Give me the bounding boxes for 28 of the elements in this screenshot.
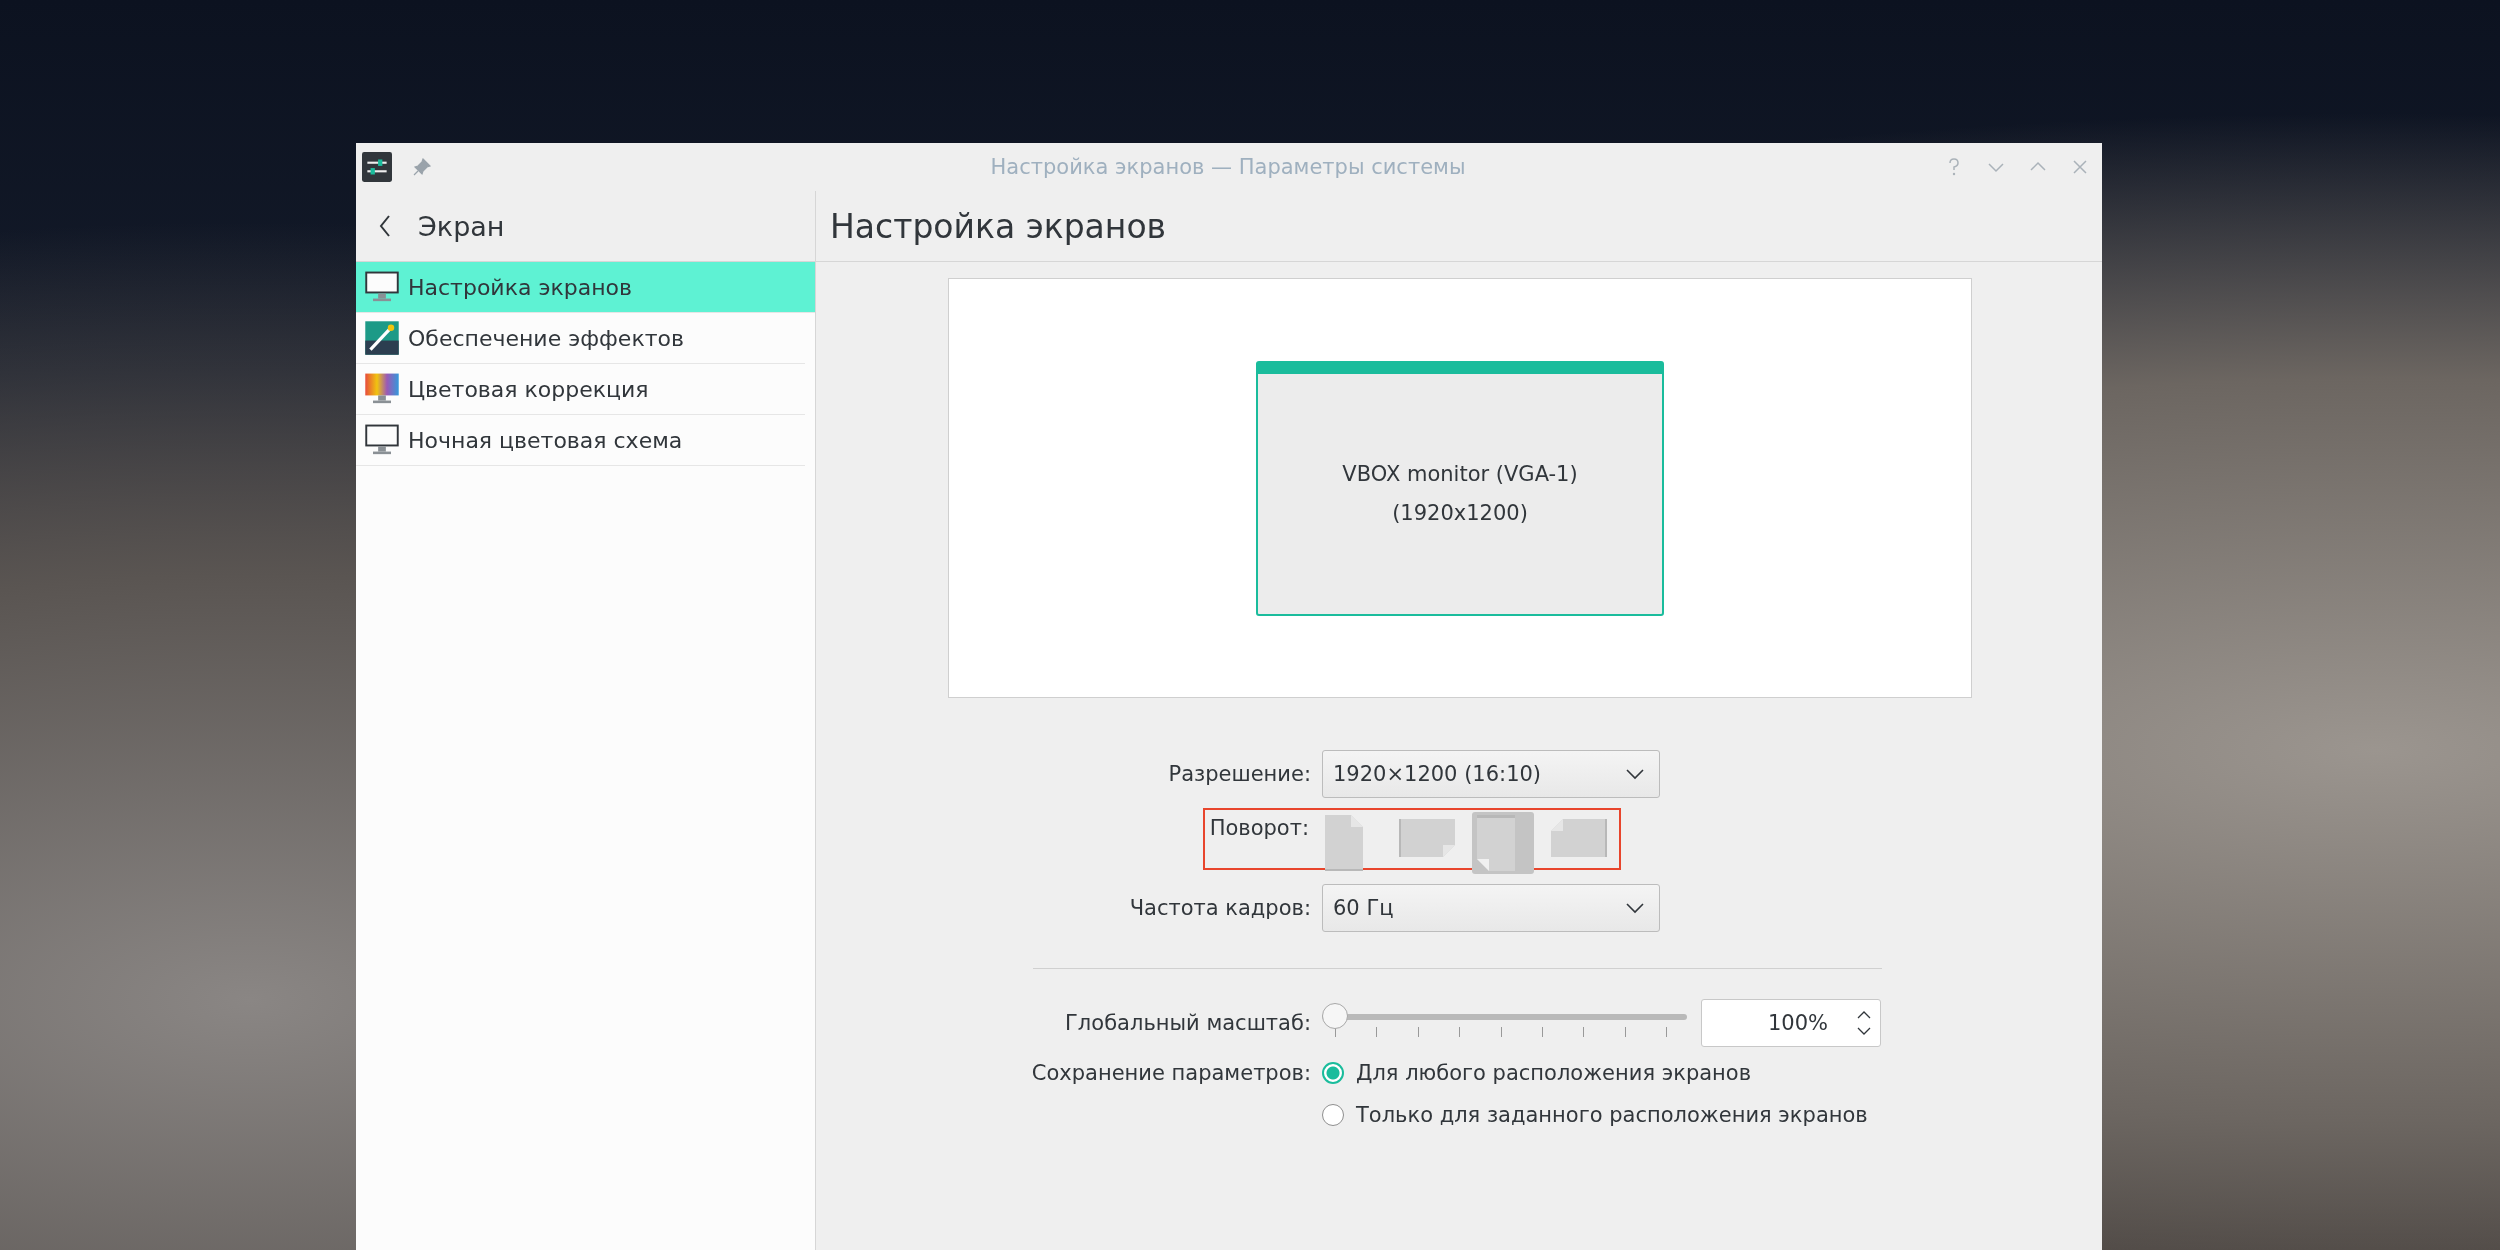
sliders-icon[interactable] <box>362 152 392 182</box>
monitor-tile[interactable]: VBOX monitor (VGA-1) (1920x1200) <box>1256 360 1664 616</box>
sidebar-item[interactable]: Цветовая коррекция <box>356 364 805 415</box>
pin-icon[interactable] <box>412 157 432 177</box>
sidebar-item[interactable]: Ночная цветовая схема <box>356 415 805 466</box>
radio-button[interactable] <box>1322 1104 1344 1126</box>
radio-label[interactable]: Для любого расположения экранов <box>1356 1061 1752 1085</box>
wand-icon <box>364 320 400 356</box>
field-label: Глобальный масштаб: <box>1065 1011 1311 1035</box>
sidebar-item[interactable]: Настройка экранов <box>356 262 815 313</box>
field-label: Разрешение: <box>1168 762 1311 786</box>
spin-arrows-icon[interactable] <box>1856 1009 1872 1037</box>
rotation-button[interactable] <box>1472 812 1534 874</box>
field-label: Частота кадров: <box>1129 896 1311 920</box>
category-title: Экран <box>418 210 505 242</box>
field-label: Сохранение параметров: <box>1031 1061 1311 1085</box>
refresh-rate-dropdown[interactable]: 60 Гц <box>1322 884 1660 932</box>
caret-icon <box>1625 902 1645 914</box>
radio-button[interactable] <box>1322 1062 1344 1084</box>
page-title: Настройка экранов <box>830 206 1167 246</box>
scale-spinbox[interactable]: 100% <box>1701 999 1881 1047</box>
radio-label[interactable]: Только для заданного расположения экранов <box>1356 1103 1868 1127</box>
field-label: Поворот: <box>1209 816 1309 840</box>
window-title: Настройка экранов — Параметры системы <box>989 155 1467 179</box>
sidebar-item[interactable]: Обеспечение эффектов <box>356 313 805 364</box>
resolution-dropdown[interactable]: 1920×1200 (16:10) <box>1322 750 1660 798</box>
monitor-label: VBOX monitor (VGA-1) (1920x1200) <box>1342 460 1578 527</box>
caret-icon <box>1625 768 1645 780</box>
